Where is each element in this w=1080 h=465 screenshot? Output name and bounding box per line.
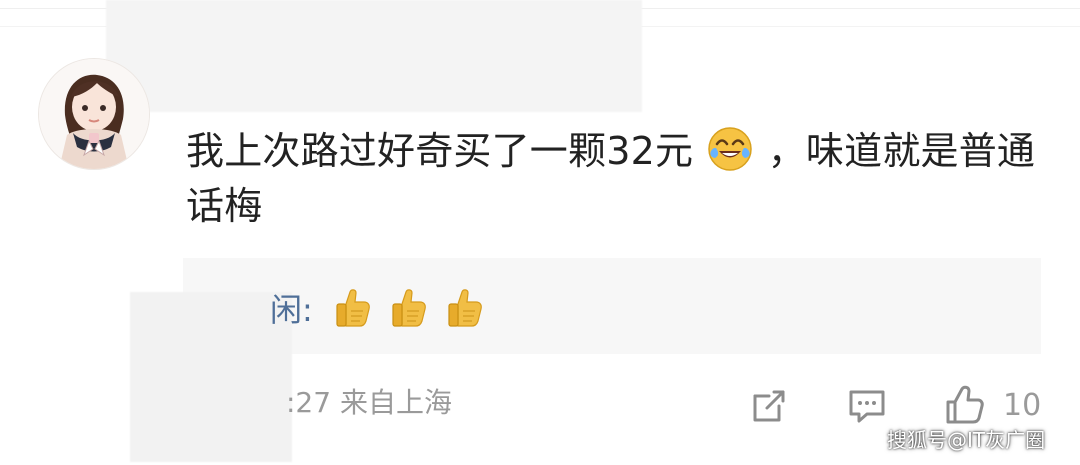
avatar-illustration [39,59,149,169]
like-count: 10 [1003,388,1042,423]
like-icon[interactable] [940,382,988,430]
comment-card: 我上次路过好奇买了一颗32元 ，味道就是普通话梅 闲::27 来自上海 10 … [0,0,1080,465]
reply-emojis [333,286,491,342]
comment-location: 来自上海 [339,386,452,419]
privacy-blur-top [106,0,642,112]
reply-separator: : [302,291,313,329]
comment-meta: :27 来自上海 [286,383,452,423]
comment-icon[interactable] [843,382,891,430]
comment-time: :27 [286,386,332,419]
watermark-text: 搜狐号@IT灰广圈 [887,428,1046,452]
thumbs-up-icon [336,289,370,327]
share-icon[interactable] [745,382,793,430]
privacy-blur-left [130,292,292,462]
avatar[interactable] [38,58,150,170]
comment-text-before-emoji: 我上次路过好奇买了一颗32元 [186,129,694,173]
reply-line[interactable]: 闲: [270,285,491,342]
thumbs-up-icon [448,289,483,327]
laugh-cry-icon [708,127,753,171]
reply-username[interactable]: 闲 [270,291,302,329]
comment-text: 我上次路过好奇买了一颗32元 ，味道就是普通话梅 [186,124,1046,234]
thumbs-up-icon [392,289,426,327]
